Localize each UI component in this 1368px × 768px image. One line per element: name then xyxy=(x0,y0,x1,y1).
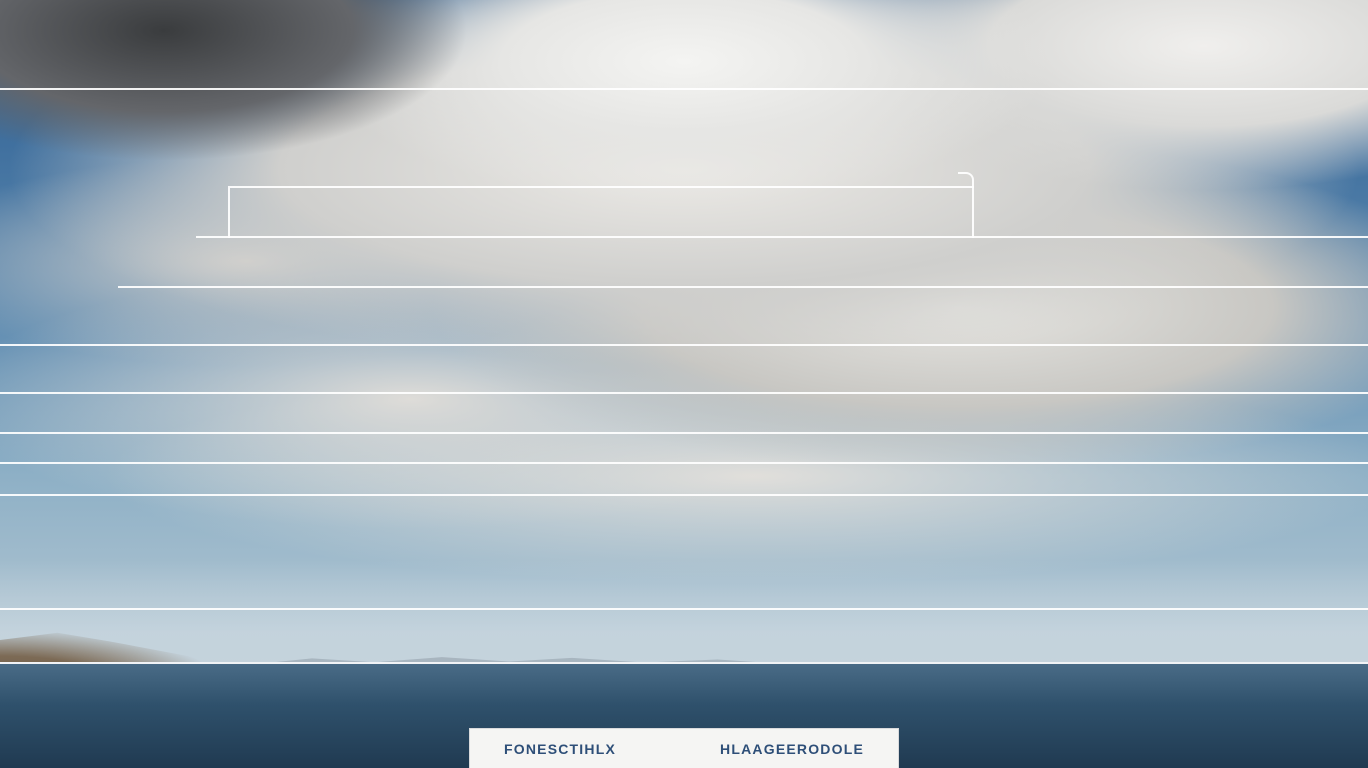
guide-line xyxy=(0,392,1368,394)
guide-line xyxy=(118,286,1368,288)
guide-line xyxy=(0,462,1368,464)
guide-line xyxy=(0,608,1368,610)
caption-placard: FONESCTIHLX HLAAGEERODOLE xyxy=(469,728,899,768)
corner-tick xyxy=(958,172,974,188)
guide-line xyxy=(0,662,1368,664)
guide-line xyxy=(0,88,1368,90)
staircase-outline xyxy=(228,186,974,238)
guide-line xyxy=(0,494,1368,496)
guide-line xyxy=(0,344,1368,346)
guide-line xyxy=(0,432,1368,434)
seascape-graphic: FONESCTIHLX HLAAGEERODOLE xyxy=(0,0,1368,768)
placard-left-label: FONESCTIHLX xyxy=(504,741,616,757)
placard-right-label: HLAAGEERODOLE xyxy=(720,741,864,757)
